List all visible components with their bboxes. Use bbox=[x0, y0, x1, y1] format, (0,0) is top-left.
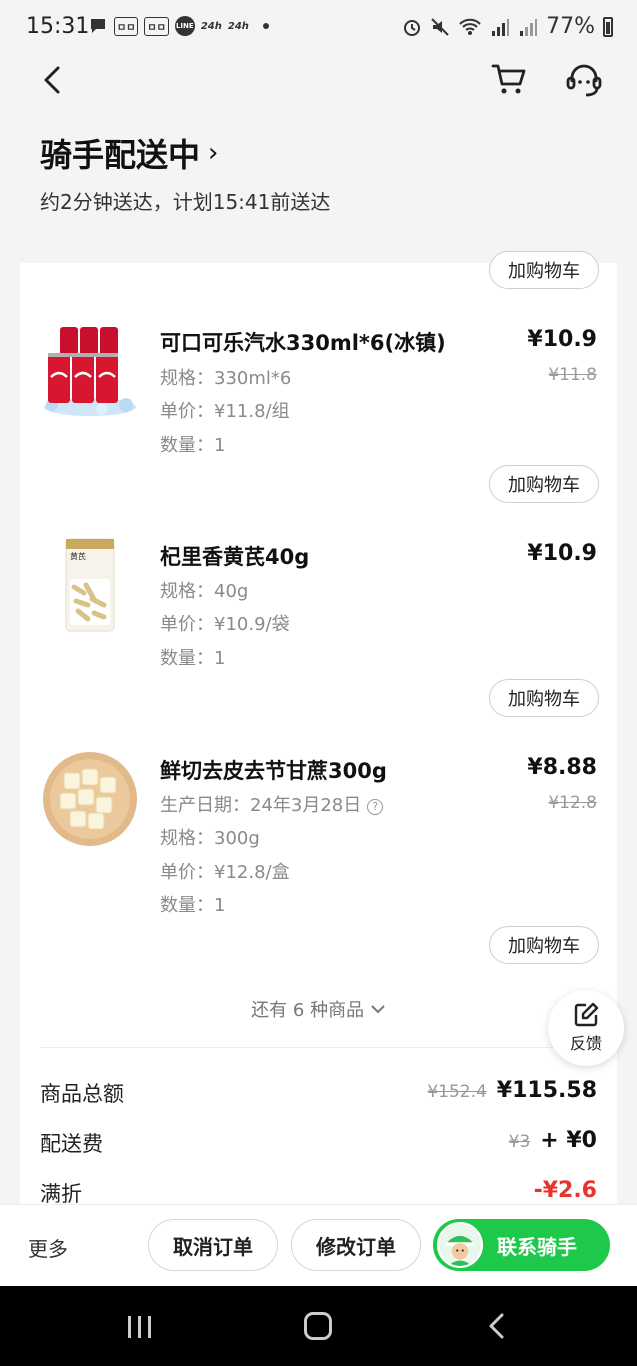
chevron-down-icon bbox=[371, 1005, 385, 1014]
cancel-order-button[interactable]: 取消订单 bbox=[148, 1219, 278, 1271]
product-name: 可口可乐汽水330ml*6(冰镇) bbox=[160, 331, 446, 355]
product-price: ¥8.88 bbox=[527, 755, 597, 780]
product-quantity: 数量：1 bbox=[160, 648, 226, 669]
delivery-fee-original: ¥3 bbox=[508, 1132, 531, 1152]
goods-total-values: ¥152.4 ¥115.58 bbox=[427, 1078, 597, 1103]
product-price: ¥10.9 bbox=[527, 327, 597, 352]
goods-total-label: 商品总额 bbox=[40, 1082, 124, 1106]
delivery-eta: 约2分钟送达，计划15:41前送达 bbox=[40, 190, 331, 214]
system-indicators: 77% bbox=[402, 14, 613, 39]
add-to-cart-button[interactable]: 加购物车 bbox=[489, 679, 599, 717]
24h-icon: 24h bbox=[200, 20, 222, 32]
battery-percent: 77% bbox=[546, 14, 595, 39]
feedback-button[interactable]: 反馈 bbox=[548, 990, 624, 1066]
product-production-date: 生产日期：24年3月28日? bbox=[160, 791, 384, 817]
page-title: 骑手配送中 bbox=[40, 136, 201, 174]
screen: 15:31 ㅁㅁ ㅁㅁ LINE 24h 24h 77% 骑手配送中 › 约2分… bbox=[0, 0, 637, 1366]
product-original-price: ¥11.8 bbox=[548, 365, 597, 385]
delivery-fee-label: 配送费 bbox=[40, 1132, 103, 1156]
delivery-status-title[interactable]: 骑手配送中 › bbox=[40, 130, 218, 176]
goods-total-amount: ¥115.58 bbox=[496, 1078, 597, 1103]
product-quantity: 数量：1 bbox=[160, 435, 226, 456]
more-button[interactable]: 更多 bbox=[28, 1233, 68, 1262]
discount-values: -¥2.6 bbox=[534, 1178, 597, 1203]
recent-apps-icon[interactable] bbox=[126, 1314, 154, 1340]
system-navigation-bar bbox=[0, 1286, 637, 1366]
help-question-icon[interactable]: ? bbox=[367, 799, 384, 815]
product-spec: 规格：300g bbox=[160, 828, 260, 849]
add-to-cart-button[interactable]: 加购物车 bbox=[489, 251, 599, 289]
production-date-text: 生产日期：24年3月28日 bbox=[160, 795, 362, 816]
notification-icons: ㅁㅁ ㅁㅁ LINE 24h 24h bbox=[88, 16, 269, 36]
home-icon[interactable] bbox=[304, 1312, 332, 1340]
add-to-cart-button[interactable]: 加购物车 bbox=[489, 465, 599, 503]
pack-label-text: 黄芪 bbox=[70, 551, 86, 561]
astragalus-bag-image: 黄芪 bbox=[65, 538, 115, 632]
status-time: 15:31 bbox=[26, 14, 90, 39]
shopping-cart-icon[interactable] bbox=[490, 60, 528, 98]
wifi-icon bbox=[459, 18, 481, 35]
discount-amount: -¥2.6 bbox=[533, 1178, 597, 1203]
product-name: 杞里香黄芪40g bbox=[160, 545, 310, 569]
app-chip-icon: ㅁㅁ bbox=[114, 16, 139, 36]
delivery-fee-values: ¥3 + ¥0 bbox=[509, 1128, 597, 1153]
product-unit-price: 单价：¥12.8/盒 bbox=[160, 862, 290, 883]
signal-icon bbox=[520, 18, 538, 36]
coca-cola-pack-image bbox=[44, 327, 136, 416]
modify-order-button[interactable]: 修改订单 bbox=[291, 1219, 421, 1271]
sugarcane-plate-image bbox=[43, 752, 137, 846]
delivery-fee-amount: + ¥0 bbox=[540, 1128, 597, 1153]
24h-icon: 24h bbox=[227, 20, 249, 32]
app-chip-icon: ㅁㅁ bbox=[144, 16, 169, 36]
product-price: ¥10.9 bbox=[527, 541, 597, 566]
order-action-bar: 更多 取消订单 修改订单 联系骑手 bbox=[0, 1204, 637, 1286]
order-card: 加购物车 可口可乐汽水330ml*6(冰镇) 规格：330ml*6 单价：¥11… bbox=[20, 251, 617, 1223]
contact-rider-label: 联系骑手 bbox=[497, 1234, 577, 1259]
more-items-label: 还有 6 种商品 bbox=[251, 1000, 365, 1021]
product-quantity: 数量：1 bbox=[160, 895, 226, 916]
chat-bubble-icon bbox=[91, 19, 105, 33]
more-notifications-dot bbox=[262, 23, 269, 29]
add-to-cart-button[interactable]: 加购物车 bbox=[489, 926, 599, 964]
chevron-right-icon: › bbox=[208, 138, 219, 168]
battery-icon bbox=[603, 16, 613, 37]
back-arrow-icon[interactable] bbox=[36, 62, 72, 98]
show-more-items[interactable]: 还有 6 种商品 bbox=[20, 996, 617, 1022]
status-bar: 15:31 ㅁㅁ ㅁㅁ LINE 24h 24h 77% bbox=[0, 0, 637, 56]
divider bbox=[40, 1047, 597, 1048]
edit-feedback-icon bbox=[574, 1002, 599, 1027]
signal-icon bbox=[492, 18, 510, 36]
product-spec: 规格：330ml*6 bbox=[160, 368, 292, 389]
product-unit-price: 单价：¥11.8/组 bbox=[160, 401, 290, 422]
goods-total-original: ¥152.4 bbox=[427, 1082, 487, 1102]
line-app-icon: LINE bbox=[174, 16, 195, 36]
rider-avatar bbox=[437, 1222, 483, 1268]
product-unit-price: 单价：¥10.9/袋 bbox=[160, 614, 290, 635]
feedback-label: 反馈 bbox=[569, 1034, 602, 1053]
alarm-icon bbox=[404, 19, 421, 36]
product-spec: 规格：40g bbox=[160, 581, 249, 602]
mute-icon bbox=[431, 17, 449, 36]
product-name: 鲜切去皮去节甘蔗300g bbox=[160, 759, 387, 783]
product-original-price: ¥12.8 bbox=[548, 793, 597, 813]
contact-rider-button[interactable]: 联系骑手 bbox=[433, 1219, 610, 1271]
system-back-icon[interactable] bbox=[486, 1312, 508, 1340]
customer-service-icon[interactable] bbox=[564, 60, 604, 100]
